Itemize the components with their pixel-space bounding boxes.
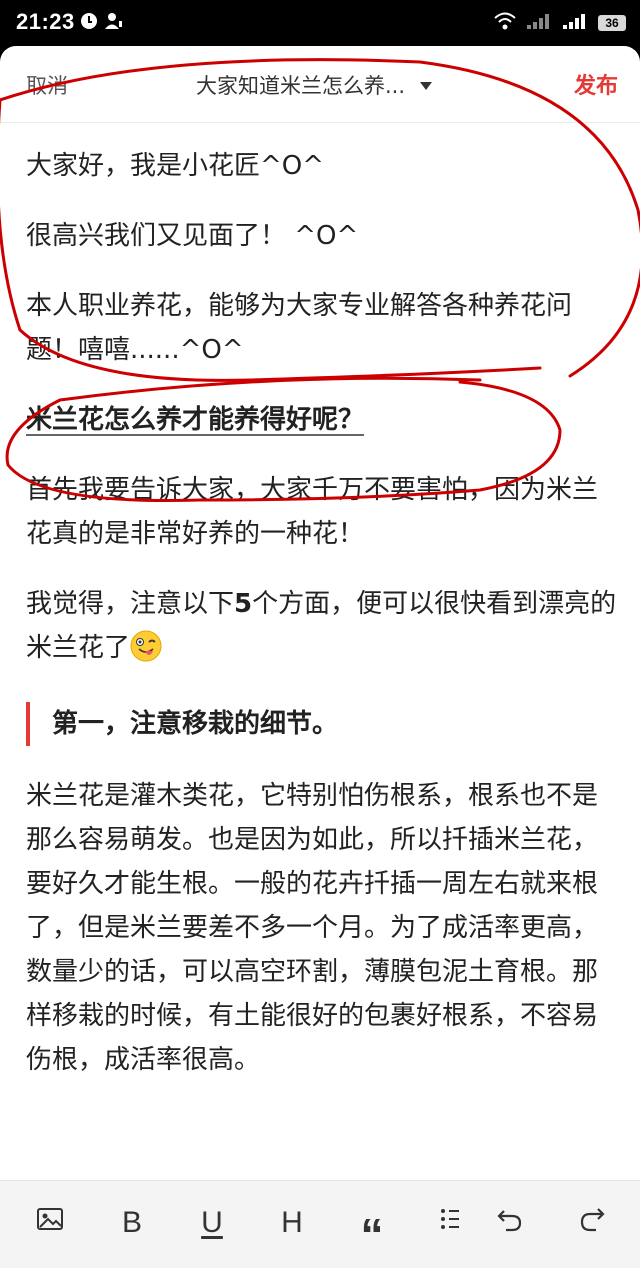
paragraph-welcome: 很高兴我们又见面了！ ^O^	[26, 221, 359, 251]
paragraph-greeting: 大家好，我是小花匠^O^	[26, 151, 325, 181]
quote-icon: “	[360, 1209, 384, 1261]
undo-icon	[496, 1205, 524, 1241]
image-icon	[36, 1206, 64, 1240]
chevron-down-icon	[419, 76, 433, 95]
publish-button[interactable]: 发布	[574, 68, 618, 100]
insert-image-button[interactable]	[30, 1201, 70, 1245]
draft-title: 大家知道米兰怎么养...	[196, 74, 406, 98]
redo-button[interactable]	[572, 1201, 612, 1245]
undo-button[interactable]	[490, 1201, 530, 1245]
paragraph-reassure: 首先我要告诉大家，大家千万不要害怕，因为米兰花真的是非常好养的一种花！	[26, 475, 599, 549]
paragraph-five-points-start: 我觉得，注意以下	[26, 589, 235, 619]
title-dropdown[interactable]: 大家知道米兰怎么养...	[196, 70, 433, 100]
signal-icon	[526, 12, 552, 34]
heading-icon: H	[281, 1206, 303, 1239]
bold-icon: B	[121, 1206, 142, 1239]
wifi-icon	[494, 12, 516, 34]
quote-bar	[26, 702, 30, 746]
article-editor[interactable]: 大家好，我是小花匠^O^ 很高兴我们又见面了！ ^O^ 本人职业养花，能够为大家…	[26, 144, 618, 1108]
notification-icon	[80, 12, 98, 34]
signal-icon-2	[562, 12, 588, 34]
editor-sheet: 取消 大家知道米兰怎么养... 发布 大家好，我是小花匠^O^ 很高兴我们又见面…	[0, 46, 640, 1268]
quote-block: 第一，注意移栽的细节。	[26, 702, 618, 746]
cancel-button[interactable]: 取消	[26, 70, 68, 100]
underline-icon: U	[201, 1206, 223, 1239]
editor-header: 取消 大家知道米兰怎么养... 发布	[0, 46, 640, 123]
paragraph-five-points: 我觉得，注意以下5个方面，便可以很快看到漂亮的米兰花了	[26, 582, 618, 676]
paragraph-intro: 本人职业养花，能够为大家专业解答各种养花问题！嘻嘻......^O^	[26, 291, 573, 365]
winking-tongue-emoji-icon	[130, 630, 162, 676]
list-icon	[439, 1206, 461, 1240]
article-heading: 米兰花怎么养才能养得好呢？	[26, 405, 365, 435]
paragraph-transplant: 米兰花是灌木类花，它特别怕伤根系，根系也不是那么容易萌发。也是因为如此，所以扦插…	[26, 781, 599, 1075]
redo-icon	[578, 1205, 606, 1241]
status-time: 21:23	[16, 9, 75, 34]
quote-button[interactable]: “	[352, 1201, 392, 1261]
battery-icon: 36	[598, 15, 626, 31]
format-toolbar: B U H “	[0, 1180, 640, 1268]
points-count: 5	[234, 589, 253, 619]
user-icon	[104, 12, 124, 34]
underline-button[interactable]: U	[192, 1201, 232, 1245]
quote-text: 第一，注意移栽的细节。	[52, 709, 339, 739]
status-bar: 21:23 36	[0, 0, 640, 46]
bold-button[interactable]: B	[112, 1201, 152, 1245]
heading-button[interactable]: H	[272, 1201, 312, 1245]
list-button[interactable]	[430, 1201, 470, 1245]
